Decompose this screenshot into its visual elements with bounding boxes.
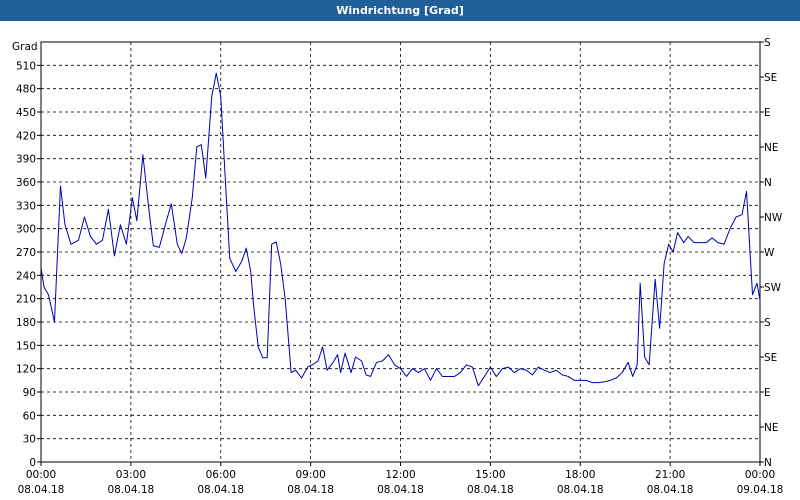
- x-tick-time: 06:00: [206, 469, 236, 481]
- x-tick-time: 00:00: [745, 469, 775, 481]
- y-tick-label: 0: [29, 457, 36, 469]
- y-tick-label: 300: [16, 224, 36, 236]
- y-tick-label: 120: [16, 364, 36, 376]
- y2-tick-label: N: [764, 177, 772, 189]
- x-tick-date: 08.04.18: [467, 484, 514, 496]
- y-tick-label: 60: [23, 410, 36, 422]
- y-tick-label: 420: [16, 130, 36, 142]
- y2-tick-label: E: [764, 107, 771, 119]
- y-axis-label: Grad: [12, 41, 38, 53]
- x-tick-date: 09.04.18: [737, 484, 784, 496]
- x-tick-date: 08.04.18: [377, 484, 424, 496]
- y-tick-label: 270: [16, 247, 36, 259]
- y-tick-label: 210: [16, 294, 36, 306]
- y-tick-label: 450: [16, 107, 36, 119]
- x-axis-ticks: 00:00 08.04.18 03:00 08.04.18 06:00 08.04.18 0…: [18, 462, 784, 496]
- y2-tick-label: SE: [764, 72, 777, 84]
- y2-tick-label: W: [764, 247, 775, 259]
- x-tick-date: 08.04.18: [18, 484, 65, 496]
- y2-tick-label: E: [764, 387, 771, 399]
- x-tick-date: 08.04.18: [107, 484, 154, 496]
- y2-tick-label: NW: [764, 212, 783, 224]
- x-tick-date: 08.04.18: [287, 484, 334, 496]
- y-tick-label: 360: [16, 177, 36, 189]
- y2-tick-label: NE: [764, 422, 779, 434]
- y2-tick-label: S: [764, 37, 771, 49]
- x-tick-time: 00:00: [26, 469, 56, 481]
- x-tick-date: 08.04.18: [647, 484, 694, 496]
- x-tick-time: 12:00: [385, 469, 415, 481]
- y-tick-label: 510: [16, 60, 36, 72]
- y2-tick-label: SW: [764, 282, 782, 294]
- x-tick-time: 21:00: [655, 469, 685, 481]
- y-tick-label: 240: [16, 270, 36, 282]
- y-tick-label: 180: [16, 317, 36, 329]
- x-tick-time: 03:00: [116, 469, 146, 481]
- y2-tick-label: SE: [764, 352, 777, 364]
- y2-tick-label: NE: [764, 142, 779, 154]
- wind-direction-chart: Grad 0 30 60 90 120 150 180 210 240 270 300 330 360 3…: [12, 37, 784, 496]
- y-tick-label: 90: [23, 387, 36, 399]
- x-tick-date: 08.04.18: [197, 484, 244, 496]
- x-tick-time: 18:00: [565, 469, 595, 481]
- y-tick-label: 330: [16, 200, 36, 212]
- y2-axis-ticks: N NE E SE S SW W NW N NE E SE S: [760, 37, 783, 469]
- x-tick-time: 09:00: [295, 469, 325, 481]
- y2-tick-label: N: [764, 457, 772, 469]
- x-tick-date: 08.04.18: [557, 484, 604, 496]
- x-tick-time: 15:00: [475, 469, 505, 481]
- y-tick-label: 480: [16, 84, 36, 96]
- y-tick-label: 390: [16, 154, 36, 166]
- y-tick-label: 30: [23, 434, 36, 446]
- y-axis-ticks: 0 30 60 90 120 150 180 210 240 270 300 330 360 390 420…: [16, 60, 41, 469]
- y2-tick-label: S: [764, 317, 771, 329]
- y-tick-label: 150: [16, 340, 36, 352]
- grid: [41, 42, 760, 462]
